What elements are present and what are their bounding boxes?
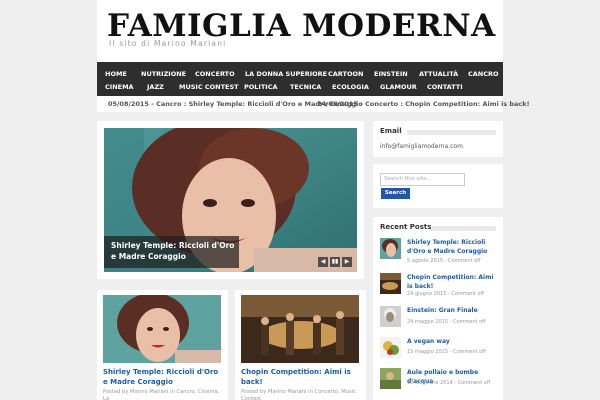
slider-next-button[interactable]: ▶ (342, 257, 352, 267)
recent-post-title[interactable]: A vegan way (407, 337, 499, 346)
nav-item-glamour[interactable]: GLAMOUR (380, 83, 417, 91)
nav-item-contatti[interactable]: CONTATTI (427, 83, 463, 91)
search-input[interactable]: Search this site... (380, 173, 465, 186)
nav-item-einstein[interactable]: EINSTEIN (374, 70, 408, 78)
main-navigation: HOME NUTRIZIONE CONCERTO LA DONNA SUPERI… (97, 62, 503, 96)
recent-post-date: 5 agosto 2015 - Comment off (407, 258, 481, 264)
nav-item-cancro[interactable]: CANCRO (468, 70, 499, 78)
nav-item-jazz[interactable]: JAZZ (147, 83, 164, 91)
recent-post-title[interactable]: Shirley Temple: Riccioli d'Oro e Madre C… (407, 238, 499, 256)
recent-post-thumbnail[interactable] (380, 368, 401, 389)
recent-post-thumbnail[interactable] (380, 273, 401, 294)
recent-post-item: Aule pollaio e bombe d'acqua 13 dicembre… (380, 368, 498, 394)
nav-item-music-contest[interactable]: MUSIC CONTEST (179, 83, 239, 91)
nav-item-nutrizione[interactable]: NUTRIZIONE (141, 70, 186, 78)
recent-post-item: Einstein: Gran Finale 24 maggio 2015 - C… (380, 306, 498, 332)
post-card-title[interactable]: Chopin Competition: Aimi is back! (241, 367, 359, 387)
site-header: FAMIGLIA MODERNA Il sito di Marino Maria… (97, 0, 503, 62)
email-address[interactable]: info@famigliamoderna.com (380, 143, 463, 150)
widget-title-rule (407, 130, 496, 135)
recent-post-date: 24 maggio 2015 - Comment off (407, 319, 486, 325)
nav-item-cartoon[interactable]: CARTOON (328, 70, 363, 78)
featured-slider: Shirley Temple: Riccioli d'Oro e Madre C… (97, 121, 364, 279)
recent-post-item: A vegan way 15 maggio 2015 - Comment off (380, 337, 498, 363)
site-tagline: Il sito di Marino Mariani (109, 39, 227, 48)
post-card: Shirley Temple: Riccioli d'Oro e Madre C… (97, 290, 228, 400)
recent-post-title[interactable]: Chopin Competition: Aimi is back! (407, 273, 499, 291)
nav-item-home[interactable]: HOME (105, 70, 127, 78)
recent-post-thumbnail[interactable] (380, 337, 401, 358)
nav-item-la-donna-superiore[interactable]: LA DONNA SUPERIORE (245, 70, 327, 78)
nav-item-cinema[interactable]: CINEMA (105, 83, 134, 91)
news-ticker: 05/08/2015 - Cancro : Shirley Temple: Ri… (97, 96, 530, 112)
email-widget: Email info@famigliamoderna.com (373, 121, 503, 157)
recent-post-title[interactable]: Einstein: Gran Finale (407, 306, 499, 315)
nav-item-attualita[interactable]: ATTUALITÀ (419, 70, 458, 78)
ticker-item[interactable]: 24/06/2015 - Concerto : Chopin Competiti… (317, 100, 530, 108)
recent-post-date: 15 maggio 2015 - Comment off (407, 349, 486, 355)
recent-post-thumbnail[interactable] (380, 238, 401, 259)
recent-post-thumbnail[interactable] (380, 306, 401, 327)
recent-post-item: Chopin Competition: Aimi is back! 24 giu… (380, 273, 498, 299)
widget-title: Email (380, 127, 402, 135)
widget-title: Recent Posts (380, 223, 432, 231)
nav-row-1: HOME NUTRIZIONE CONCERTO LA DONNA SUPERI… (97, 67, 503, 81)
post-card-image[interactable] (103, 295, 221, 363)
recent-post-item: Shirley Temple: Riccioli d'Oro e Madre C… (380, 238, 498, 264)
nav-item-concerto[interactable]: CONCERTO (195, 70, 235, 78)
nav-item-politica[interactable]: POLITICA (244, 83, 278, 91)
slider-prev-button[interactable]: ◀ (318, 257, 328, 267)
post-card-title[interactable]: Shirley Temple: Riccioli d'Oro e Madre C… (103, 367, 221, 387)
slide-caption-title[interactable]: Shirley Temple: Riccioli d'Oro e Madre C… (111, 240, 236, 262)
nav-item-ecologia[interactable]: ECOLOGIA (332, 83, 369, 91)
nav-item-tecnica[interactable]: TECNICA (290, 83, 321, 91)
search-button[interactable]: Search (381, 188, 410, 199)
recent-post-date: 24 giugno 2015 - Comment off (407, 291, 484, 297)
post-card-image[interactable] (241, 295, 359, 363)
nav-row-2: CINEMA JAZZ MUSIC CONTEST POLITICA TECNI… (97, 80, 503, 94)
widget-title-rule (431, 226, 496, 231)
slide-caption: Shirley Temple: Riccioli d'Oro e Madre C… (104, 236, 239, 268)
recent-posts-widget: Recent Posts Shirley Temple: Riccioli d'… (373, 217, 503, 400)
post-card-meta: Posted by Marino Mariani in Cancro, Cine… (103, 389, 220, 400)
post-card-meta: Posted by Marino Mariani in Concerto, Mu… (241, 389, 357, 400)
search-widget: Search this site... Search (373, 164, 503, 208)
post-card: Chopin Competition: Aimi is back! Posted… (235, 290, 366, 400)
recent-post-date: 13 dicembre 2014 - Comment off (407, 380, 491, 386)
slider-pause-button[interactable]: ▮▮ (330, 257, 340, 267)
